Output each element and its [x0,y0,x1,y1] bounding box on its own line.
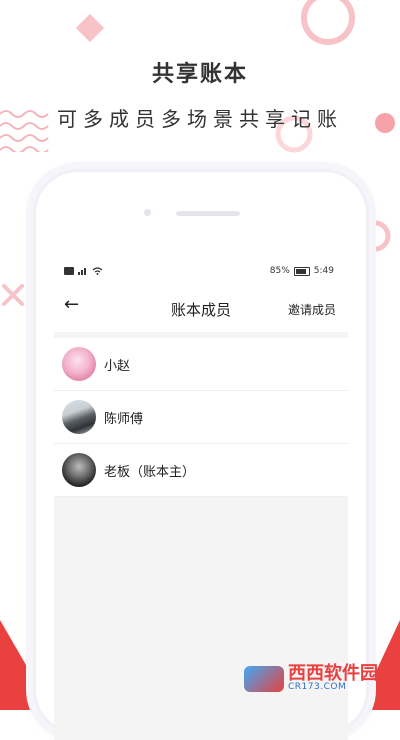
status-right: 85% 5:49 [270,266,334,276]
member-name: 老板（账本主） [104,464,196,480]
ring-decoration [301,0,355,45]
clock-time: 5:49 [313,266,334,276]
battery-icon [293,266,310,276]
invite-members-button[interactable]: 邀请成员 [288,301,336,318]
front-camera [144,209,151,216]
site-watermark: 西西软件园 CR173.COM [244,665,378,692]
promo-subtitle: 可多成员多场景共享记账 [57,107,343,131]
member-name: 陈师傅 [104,411,144,427]
watermark-url: CR173.COM [288,682,347,692]
member-row[interactable]: 小赵 [54,338,348,391]
avatar [62,453,96,487]
watermark-logo-icon [244,665,284,692]
avatar [62,347,96,381]
signal-icon [78,268,86,275]
member-name: 小赵 [104,358,131,374]
status-left [64,267,103,275]
battery-percent: 85% [269,266,290,276]
promo-title: 共享账本 [151,62,248,87]
member-list: 小赵 陈师傅 老板（账本主） [54,338,348,497]
watermark-text: 西西软件园 CR173.COM [288,665,378,692]
diamond-decoration [75,13,105,43]
watermark-name: 西西软件园 [288,663,378,684]
cross-decoration [2,284,24,306]
status-bar: 85% 5:49 [54,260,348,284]
wifi-icon [92,267,103,275]
member-row[interactable]: 陈师傅 [54,391,348,444]
member-row[interactable]: 老板（账本主） [54,444,348,497]
avatar [62,400,96,434]
phone-mockup: 85% 5:49 ← 账本成员 邀请成员 小赵 陈师傅 老板（账本主） [36,172,366,740]
hd-icon [64,267,74,275]
earpiece-speaker [176,211,240,216]
app-bar: ← 账本成员 邀请成员 [54,284,348,332]
